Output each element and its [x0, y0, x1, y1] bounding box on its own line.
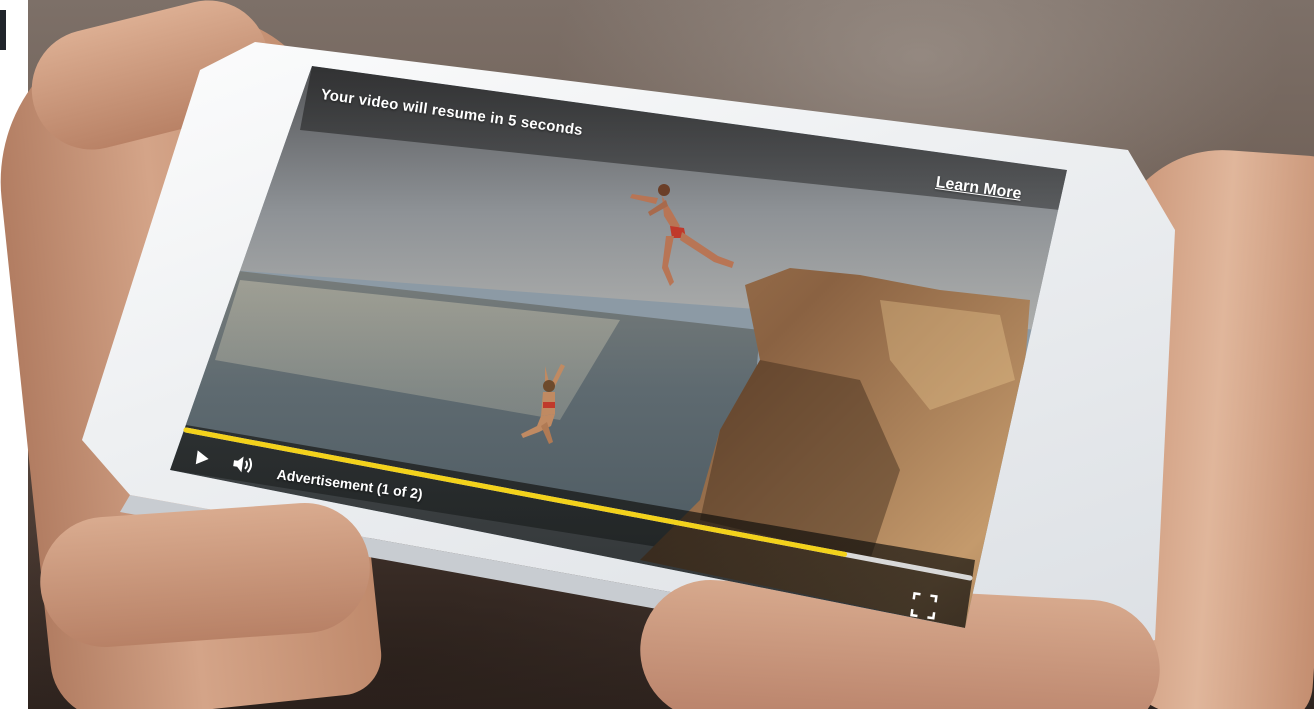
left-fingers [35, 498, 375, 652]
fullscreen-icon[interactable] [908, 590, 940, 622]
volume-icon[interactable] [230, 453, 257, 476]
play-icon[interactable] [193, 448, 213, 468]
jumper-figure [630, 184, 734, 286]
edge-mark [0, 10, 6, 50]
swimmer-figure [521, 364, 565, 444]
